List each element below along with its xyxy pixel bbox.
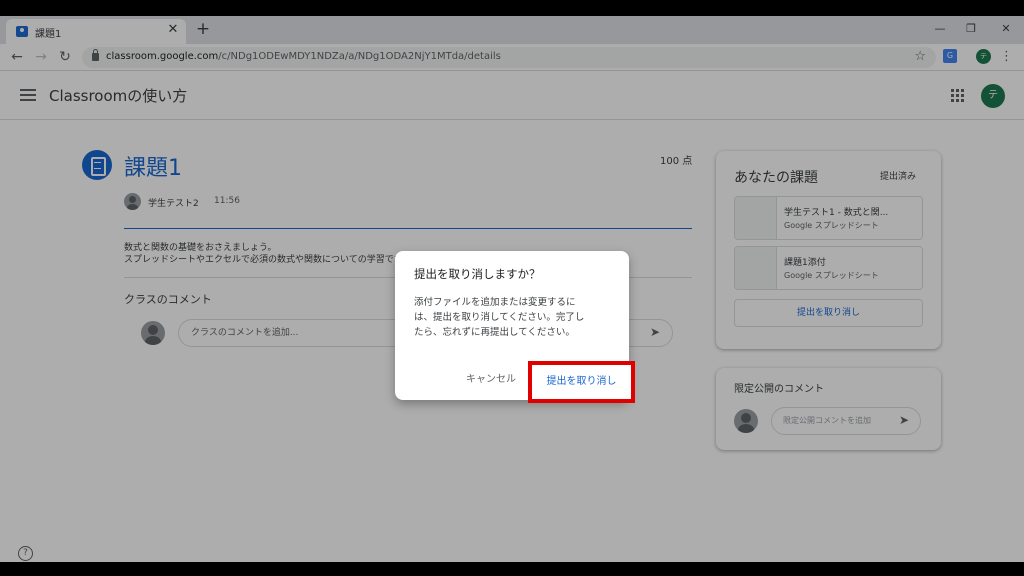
video-letterbox-bottom <box>0 562 1024 576</box>
confirm-unsubmit-button[interactable]: 提出を取り消し <box>528 361 635 403</box>
dialog-body-line: たら、忘れずに再提出してください。 <box>414 327 575 338</box>
dialog-body-line: は、提出を取り消してください。完了し <box>414 312 585 323</box>
dialog-body: 添付ファイルを追加または変更するに は、提出を取り消してください。完了し たら、… <box>414 295 614 340</box>
cancel-button[interactable]: キャンセル <box>466 370 516 385</box>
browser-window: 課題1 ✕ + — ❐ ✕ ← → ↻ classroom.google.com… <box>0 16 1024 562</box>
dialog-title: 提出を取り消しますか？ <box>414 267 541 281</box>
video-letterbox-top <box>0 0 1024 16</box>
dialog-body-line: 添付ファイルを追加または変更するに <box>414 297 576 308</box>
